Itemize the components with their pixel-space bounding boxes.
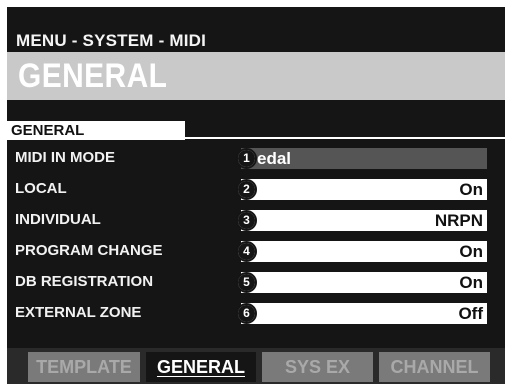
row-label: MIDI IN MODE bbox=[15, 149, 115, 166]
row-program-change[interactable]: PROGRAM CHANGE On 4 bbox=[7, 238, 505, 264]
value-text: On bbox=[459, 180, 483, 199]
callout-marker-4: 4 bbox=[236, 241, 257, 262]
section-divider bbox=[185, 137, 505, 139]
value-text: On bbox=[459, 242, 483, 261]
callout-marker-3: 3 bbox=[236, 210, 257, 231]
callout-marker-2: 2 bbox=[236, 179, 257, 200]
row-db-registration[interactable]: DB REGISTRATION On 5 bbox=[7, 269, 505, 295]
row-midi-in-mode[interactable]: MIDI IN MODE edal 1 bbox=[7, 145, 505, 171]
value-field-db-registration[interactable]: On bbox=[241, 272, 487, 293]
value-field-local[interactable]: On bbox=[241, 179, 487, 200]
section-header: GENERAL bbox=[7, 121, 185, 140]
display-screen: MENU - SYSTEM - MIDI GENERAL GENERAL MID… bbox=[7, 7, 505, 384]
row-label: INDIVIDUAL bbox=[15, 211, 101, 228]
row-individual[interactable]: INDIVIDUAL NRPN 3 bbox=[7, 207, 505, 233]
value-text: edal bbox=[257, 149, 292, 168]
callout-marker-1: 1 bbox=[236, 148, 257, 169]
callout-marker-5: 5 bbox=[236, 272, 257, 293]
callout-marker-6: 6 bbox=[236, 303, 257, 324]
row-label: PROGRAM CHANGE bbox=[15, 242, 163, 259]
value-text: Off bbox=[458, 304, 483, 323]
row-external-zone[interactable]: EXTERNAL ZONE Off 6 bbox=[7, 300, 505, 326]
row-label: DB REGISTRATION bbox=[15, 273, 154, 290]
page-title: GENERAL bbox=[18, 57, 168, 95]
tab-general[interactable]: GENERAL bbox=[146, 352, 256, 382]
value-field-external-zone[interactable]: Off bbox=[241, 303, 487, 324]
value-field-individual[interactable]: NRPN bbox=[241, 210, 487, 231]
tab-channel[interactable]: CHANNEL bbox=[379, 352, 490, 382]
value-text: NRPN bbox=[434, 211, 483, 230]
section-label: GENERAL bbox=[11, 122, 85, 139]
breadcrumb: MENU - SYSTEM - MIDI bbox=[16, 31, 207, 50]
value-field-midi-in-mode[interactable]: edal bbox=[241, 148, 487, 169]
value-field-program-change[interactable]: On bbox=[241, 241, 487, 262]
row-label: EXTERNAL ZONE bbox=[15, 304, 142, 321]
row-local[interactable]: LOCAL On 2 bbox=[7, 176, 505, 202]
title-bar: GENERAL bbox=[7, 52, 505, 100]
value-text: On bbox=[459, 273, 483, 292]
tab-sys-ex[interactable]: SYS EX bbox=[262, 352, 373, 382]
tab-bar: TEMPLATE GENERAL SYS EX CHANNEL bbox=[7, 348, 505, 384]
row-label: LOCAL bbox=[15, 180, 67, 197]
tab-template[interactable]: TEMPLATE bbox=[28, 352, 140, 382]
